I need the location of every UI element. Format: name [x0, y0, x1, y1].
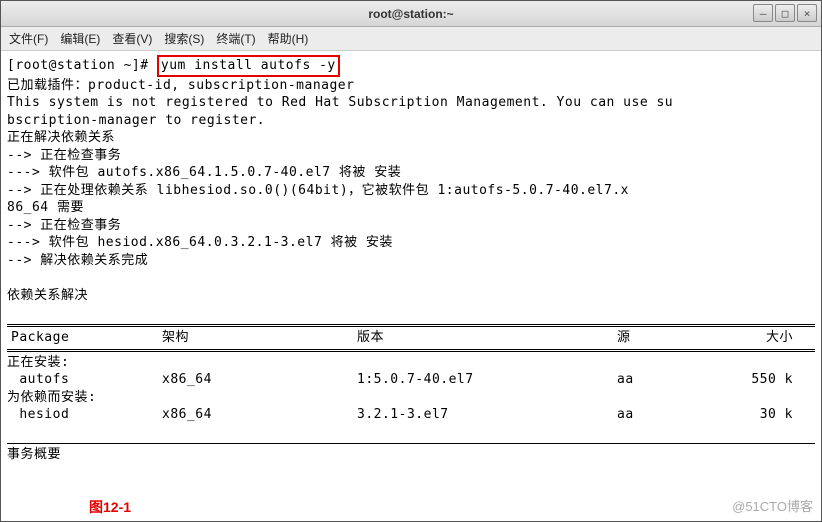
table-header-row: Package架构版本源大小 [7, 329, 815, 347]
table-row: autofsx86_641:5.0.7-40.el7aa550 k [7, 371, 815, 389]
output-line: 依赖关系解决 [7, 288, 88, 303]
output-line: --> 正在检查事务 [7, 148, 121, 163]
terminal-output[interactable]: [root@station ~]# yum install autofs -y … [1, 51, 821, 521]
menu-file[interactable]: 文件(F) [9, 30, 48, 47]
section-label: 为依赖而安装: [7, 390, 96, 405]
output-line: 86_64 需要 [7, 200, 84, 215]
output-line: This system is not registered to Red Hat… [7, 95, 673, 110]
prompt: [root@station ~]# [7, 58, 157, 73]
maximize-button[interactable]: □ [775, 4, 795, 22]
minimize-button[interactable]: – [753, 4, 773, 22]
output-line: 正在解决依赖关系 [7, 130, 115, 145]
close-button[interactable]: × [797, 4, 817, 22]
col-size: 大小 [727, 329, 797, 347]
menu-view[interactable]: 查看(V) [112, 30, 152, 47]
output-line: --> 正在检查事务 [7, 218, 121, 233]
section-label: 正在安装: [7, 355, 69, 370]
window-controls: – □ × [753, 4, 817, 22]
window-titlebar: root@station:~ – □ × [1, 1, 821, 27]
output-line: --> 正在处理依赖关系 libhesiod.so.0()(64bit)，它被软… [7, 183, 629, 198]
watermark: @51CTO博客 [732, 496, 813, 515]
command-highlight: yum install autofs -y [157, 55, 340, 77]
divider-single [7, 443, 815, 444]
divider-double [7, 349, 815, 352]
table-row: hesiodx86_643.2.1-3.el7aa30 k [7, 406, 815, 424]
col-arch: 架构 [162, 329, 357, 347]
col-source: 源 [617, 329, 727, 347]
col-version: 版本 [357, 329, 617, 347]
menubar: 文件(F) 编辑(E) 查看(V) 搜索(S) 终端(T) 帮助(H) [1, 27, 821, 51]
figure-label: 图12-1 [89, 497, 131, 517]
output-line: ---> 软件包 hesiod.x86_64.0.3.2.1-3.el7 将被 … [7, 235, 393, 250]
transaction-summary: 事务概要 [7, 447, 61, 462]
menu-edit[interactable]: 编辑(E) [60, 30, 100, 47]
output-line: --> 解决依赖关系完成 [7, 253, 148, 268]
menu-terminal[interactable]: 终端(T) [216, 30, 255, 47]
menu-help[interactable]: 帮助(H) [268, 30, 309, 47]
output-line: ---> 软件包 autofs.x86_64.1.5.0.7-40.el7 将被… [7, 165, 401, 180]
output-line: bscription-manager to register. [7, 113, 265, 128]
window-title: root@station:~ [368, 7, 453, 21]
divider-double [7, 324, 815, 327]
col-package: Package [7, 329, 162, 347]
menu-search[interactable]: 搜索(S) [164, 30, 204, 47]
output-line: 已加载插件：product-id, subscription-manager [7, 78, 354, 93]
